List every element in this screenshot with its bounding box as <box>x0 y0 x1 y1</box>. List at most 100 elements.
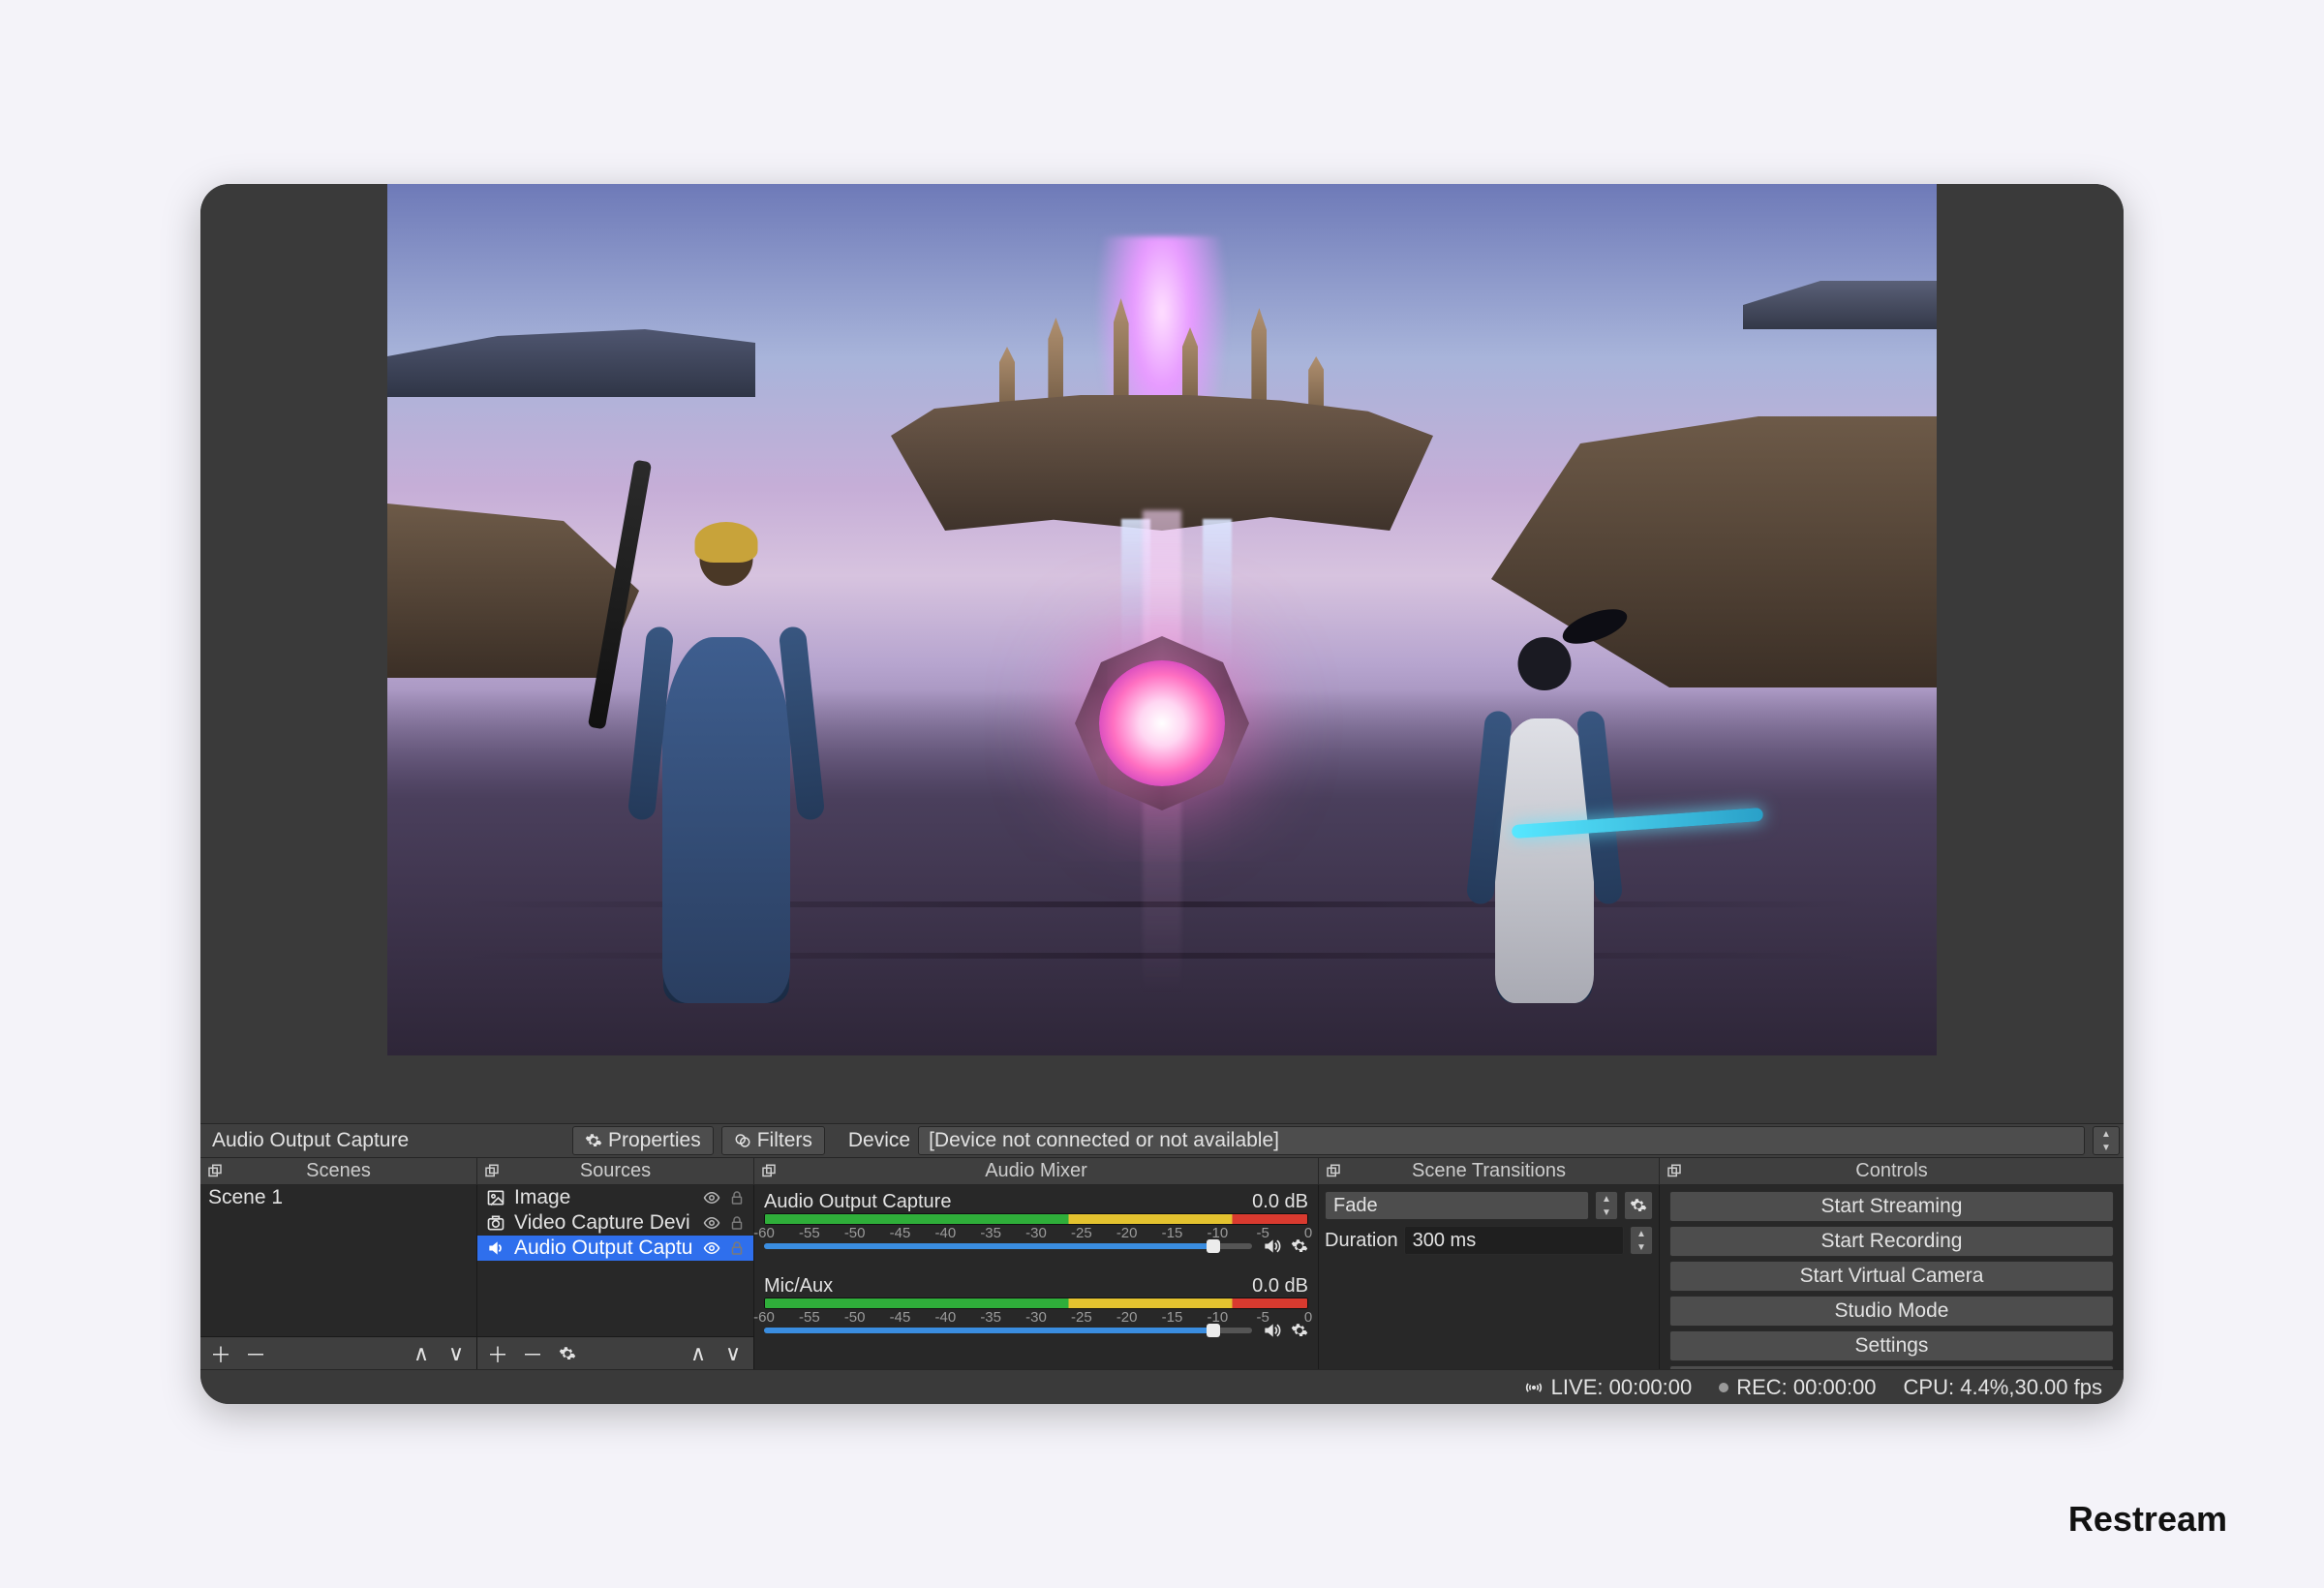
character-right <box>1462 596 1627 1003</box>
add-scene-button[interactable]: ＋ <box>206 1341 235 1366</box>
portal <box>1065 626 1259 820</box>
scenes-dock: Scene 1 ＋ － ∧ ∨ <box>200 1185 477 1369</box>
move-scene-down-button[interactable]: ∨ <box>442 1341 471 1366</box>
chevron-up-icon: ▲ <box>2094 1127 2119 1141</box>
popout-icon <box>760 1163 778 1180</box>
chevron-down-icon: ▼ <box>1631 1240 1652 1254</box>
selected-source-name: Audio Output Capture <box>204 1129 565 1152</box>
docks-header: Scenes Sources Audio Mixer Scene Transit… <box>200 1158 2124 1185</box>
mixer-volume-slider[interactable] <box>764 1324 1252 1337</box>
source-row[interactable]: Audio Output Captu <box>477 1236 753 1261</box>
visibility-toggle[interactable] <box>703 1239 720 1257</box>
mixer-channel-db: 0.0 dB <box>1252 1191 1308 1213</box>
lock-toggle[interactable] <box>728 1189 746 1206</box>
move-source-up-button[interactable]: ∧ <box>684 1341 713 1366</box>
filters-icon <box>734 1132 751 1149</box>
chevron-down-icon: ▼ <box>1596 1206 1617 1219</box>
transition-value: Fade <box>1333 1195 1378 1217</box>
camera-icon <box>485 1212 506 1234</box>
move-source-down-button[interactable]: ∨ <box>719 1341 748 1366</box>
character-left <box>620 480 833 1003</box>
mixer-ticks: -60-55-50-45-40-35-30-25-20-15-10-50 <box>764 1309 1308 1321</box>
lock-toggle[interactable] <box>728 1239 746 1257</box>
dock-title-sources[interactable]: Sources <box>477 1158 754 1184</box>
popout-icon <box>1325 1163 1342 1180</box>
dock-title-scenes[interactable]: Scenes <box>200 1158 477 1184</box>
remove-source-button[interactable]: － <box>518 1341 547 1366</box>
visibility-toggle[interactable] <box>703 1189 720 1206</box>
source-row[interactable]: Video Capture Devi <box>477 1210 753 1236</box>
filters-label: Filters <box>757 1129 812 1152</box>
source-label: Audio Output Captu <box>514 1237 695 1260</box>
chevron-up-icon: ▲ <box>1596 1192 1617 1206</box>
status-rec: REC: 00:00:00 <box>1719 1375 1876 1400</box>
status-cpu: CPU: 4.4%,30.00 fps <box>1904 1375 2102 1400</box>
add-source-button[interactable]: ＋ <box>483 1341 512 1366</box>
mixer-meter <box>764 1213 1308 1225</box>
popout-icon <box>1666 1163 1683 1180</box>
duration-value: 300 ms <box>1413 1230 1477 1252</box>
control-button-settings[interactable]: Settings <box>1669 1330 2114 1361</box>
mixer-channel: Audio Output Capture 0.0 dB -60-55-50-45-4… <box>764 1191 1308 1256</box>
preview-area <box>200 184 2124 1123</box>
control-button-start-recording[interactable]: Start Recording <box>1669 1226 2114 1257</box>
source-settings-button[interactable] <box>553 1341 582 1366</box>
device-stepper[interactable]: ▲ ▼ <box>2093 1126 2120 1155</box>
mixer-volume-slider[interactable] <box>764 1239 1252 1253</box>
lock-toggle[interactable] <box>728 1214 746 1232</box>
dock-title-controls[interactable]: Controls <box>1660 1158 2124 1184</box>
brand-watermark: Restream <box>2068 1499 2227 1540</box>
device-select[interactable]: [Device not connected or not available] <box>918 1126 2085 1155</box>
transitions-dock: Fade ▲ ▼ Duration 300 ms <box>1319 1185 1660 1369</box>
dock-title-mixer[interactable]: Audio Mixer <box>754 1158 1319 1184</box>
image-icon <box>485 1187 506 1208</box>
broadcast-icon <box>1524 1378 1544 1397</box>
controls-dock: Start Streaming Start Recording Start Virt… <box>1660 1185 2124 1369</box>
popout-icon <box>206 1163 224 1180</box>
device-label: Device <box>848 1129 910 1152</box>
source-row[interactable]: Image <box>477 1185 753 1210</box>
transition-stepper[interactable]: ▲ ▼ <box>1595 1191 1618 1220</box>
device-value: [Device not connected or not available] <box>929 1129 1279 1152</box>
mixer-dock: Audio Output Capture 0.0 dB -60-55-50-45-4… <box>754 1185 1319 1369</box>
scene-row[interactable]: Scene 1 <box>200 1185 476 1210</box>
speaker-icon <box>485 1237 506 1259</box>
move-scene-up-button[interactable]: ∧ <box>407 1341 436 1366</box>
scenes-toolbar: ＋ － ∧ ∨ <box>200 1336 476 1369</box>
docks: Scene 1 ＋ － ∧ ∨ ImageVideo Capture DeviA… <box>200 1185 2124 1369</box>
mixer-channel-name: Audio Output Capture <box>764 1191 951 1213</box>
mixer-meter <box>764 1298 1308 1309</box>
control-button-studio-mode[interactable]: Studio Mode <box>1669 1296 2114 1327</box>
duration-label: Duration <box>1325 1230 1398 1252</box>
remove-scene-button[interactable]: － <box>241 1341 270 1366</box>
mixer-channel-db: 0.0 dB <box>1252 1275 1308 1298</box>
status-live: LIVE: 00:00:00 <box>1524 1375 1693 1400</box>
duration-stepper[interactable]: ▲ ▼ <box>1630 1226 1653 1255</box>
transition-settings-button[interactable] <box>1624 1191 1653 1220</box>
source-label: Image <box>514 1186 695 1209</box>
transition-select[interactable]: Fade <box>1325 1191 1589 1220</box>
floating-island <box>823 289 1501 540</box>
status-bar: LIVE: 00:00:00 REC: 00:00:00 CPU: 4.4%,3… <box>200 1369 2124 1404</box>
dock-title-transitions[interactable]: Scene Transitions <box>1319 1158 1660 1184</box>
scenes-list[interactable]: Scene 1 <box>200 1185 476 1336</box>
source-label: Video Capture Devi <box>514 1211 695 1235</box>
sources-toolbar: ＋ － ∧ ∨ <box>477 1336 753 1369</box>
control-button-start-virtual-camera[interactable]: Start Virtual Camera <box>1669 1261 2114 1292</box>
control-button-start-streaming[interactable]: Start Streaming <box>1669 1191 2114 1222</box>
properties-button[interactable]: Properties <box>572 1126 714 1155</box>
app-window: Audio Output Capture Properties Filters … <box>200 184 2124 1404</box>
mixer-ticks: -60-55-50-45-40-35-30-25-20-15-10-50 <box>764 1225 1308 1237</box>
preview-canvas[interactable] <box>387 184 1937 1055</box>
mixer-channel-name: Mic/Aux <box>764 1275 833 1298</box>
source-properties-bar: Audio Output Capture Properties Filters … <box>200 1123 2124 1158</box>
popout-icon <box>483 1163 501 1180</box>
filters-button[interactable]: Filters <box>721 1126 825 1155</box>
sources-list[interactable]: ImageVideo Capture DeviAudio Output Capt… <box>477 1185 753 1336</box>
duration-input[interactable]: 300 ms <box>1404 1226 1624 1255</box>
chevron-up-icon: ▲ <box>1631 1227 1652 1240</box>
gear-icon <box>559 1345 576 1362</box>
chevron-down-icon: ▼ <box>2094 1141 2119 1154</box>
scene-label: Scene 1 <box>208 1186 469 1209</box>
visibility-toggle[interactable] <box>703 1214 720 1232</box>
